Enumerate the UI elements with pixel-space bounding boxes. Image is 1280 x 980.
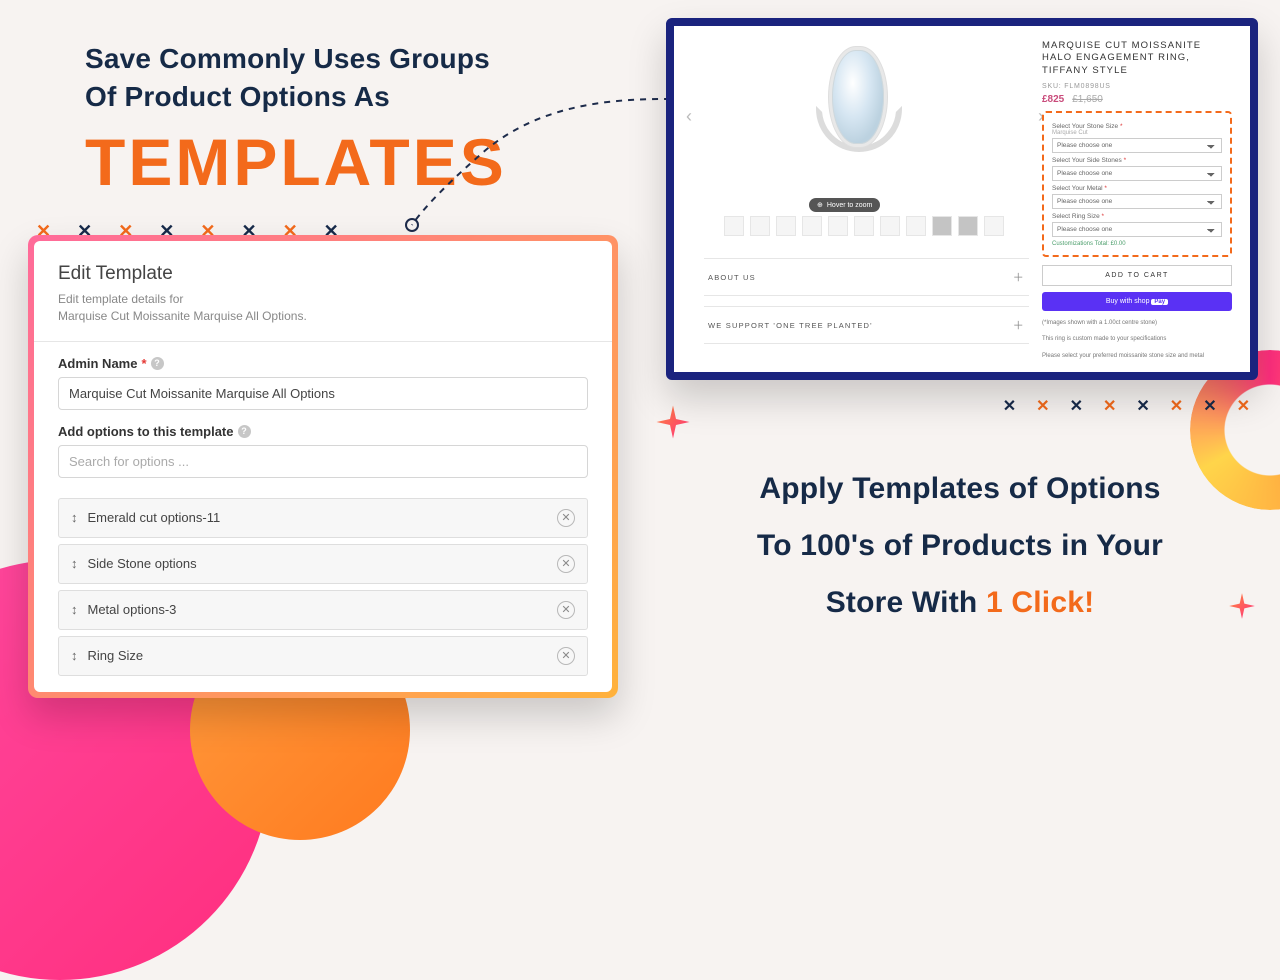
option-row[interactable]: ↕ Emerald cut options-11 ✕ (58, 498, 588, 538)
admin-name-label: Admin Name*? (58, 356, 588, 371)
remove-option-button[interactable]: ✕ (557, 509, 575, 527)
product-note: Please select your preferred moissanite … (1042, 352, 1232, 360)
help-icon[interactable]: ? (151, 357, 164, 370)
plus-icon: ＋ (1013, 317, 1025, 333)
drag-handle-icon[interactable]: ↕ (71, 510, 78, 525)
product-sku: SKU: FLM0898US (1042, 83, 1232, 90)
option-sublabel: Marquise Cut (1052, 130, 1222, 136)
add-options-label: Add options to this template? (58, 424, 588, 439)
option-row[interactable]: ↕ Side Stone options ✕ (58, 544, 588, 584)
ring-size-select[interactable]: Please choose one (1052, 222, 1222, 237)
option-label: Select Your Stone Size * (1052, 123, 1222, 130)
metal-select[interactable]: Please choose one (1052, 194, 1222, 209)
hover-zoom-badge: ⊕ Hover to zoom (809, 198, 880, 212)
bottom-line3: Store With 1 Click! (680, 574, 1240, 631)
accordion-one-tree[interactable]: WE SUPPORT 'ONE TREE PLANTED'＋ (704, 306, 1029, 344)
remove-option-button[interactable]: ✕ (557, 555, 575, 573)
option-label: Metal options-3 (88, 602, 177, 617)
thumbnail[interactable] (828, 216, 848, 236)
divider (34, 341, 612, 342)
thumbnail[interactable] (958, 216, 978, 236)
dashed-arrow-decor (400, 95, 680, 235)
drag-handle-icon[interactable]: ↕ (71, 556, 78, 571)
side-stones-select[interactable]: Please choose one (1052, 166, 1222, 181)
thumbnail[interactable] (932, 216, 952, 236)
option-label: Emerald cut options-11 (88, 510, 221, 525)
remove-option-button[interactable]: ✕ (557, 601, 575, 619)
drag-handle-icon[interactable]: ↕ (71, 602, 78, 617)
prev-image-button[interactable]: ‹ (686, 106, 692, 127)
customizations-total: Customizations Total: £0.00 (1052, 241, 1222, 247)
option-label: Select Your Metal * (1052, 185, 1222, 192)
thumbnail[interactable] (906, 216, 926, 236)
bottom-copy: Apply Templates of Options To 100's of P… (680, 460, 1240, 631)
plus-icon: ＋ (1013, 269, 1025, 285)
option-row[interactable]: ↕ Ring Size ✕ (58, 636, 588, 676)
options-highlight-box: Select Your Stone Size * Marquise Cut Pl… (1042, 111, 1232, 257)
storefront-preview: ‹ › ⊕ Hover to zoom ABOUT US＋ WE SUPPORT… (666, 18, 1258, 380)
thumbnail[interactable] (776, 216, 796, 236)
option-label: Side Stone options (88, 556, 197, 571)
x-pattern-mid: ✕✕✕✕✕✕✕✕ (1003, 396, 1270, 416)
thumbnail[interactable] (802, 216, 822, 236)
thumbnail[interactable] (854, 216, 874, 236)
product-title: MARQUISE CUT MOISSANITE HALO ENGAGEMENT … (1042, 40, 1232, 77)
bottom-line2: To 100's of Products in Your (680, 517, 1240, 574)
thumbnail[interactable] (880, 216, 900, 236)
headline-line1: Save Commonly Uses Groups (85, 40, 507, 78)
thumbnail[interactable] (724, 216, 744, 236)
remove-option-button[interactable]: ✕ (557, 647, 575, 665)
shop-pay-button[interactable]: Buy with shop Pay (1042, 292, 1232, 311)
admin-title: Edit Template (58, 263, 588, 285)
accordion-about-us[interactable]: ABOUT US＋ (704, 258, 1029, 296)
bottom-line1: Apply Templates of Options (680, 460, 1240, 517)
stone-size-select[interactable]: Please choose one (1052, 138, 1222, 153)
sparkle-icon (655, 404, 691, 440)
ring-illustration (794, 46, 924, 196)
help-icon[interactable]: ? (238, 425, 251, 438)
product-note: (*Images shown with a 1.00ct centre ston… (1042, 319, 1232, 327)
product-note: This ring is custom made to your specifi… (1042, 335, 1232, 343)
product-image (714, 36, 1004, 206)
option-label: Select Your Side Stones * (1052, 157, 1222, 164)
thumbnail[interactable] (984, 216, 1004, 236)
option-row[interactable]: ↕ Metal options-3 ✕ (58, 590, 588, 630)
option-label: Ring Size (88, 648, 144, 663)
search-options-input[interactable] (58, 445, 588, 478)
product-price: £825£1,650 (1042, 94, 1232, 105)
option-label: Select Ring Size * (1052, 213, 1222, 220)
drag-handle-icon[interactable]: ↕ (71, 648, 78, 663)
thumbnail[interactable] (750, 216, 770, 236)
add-to-cart-button[interactable]: ADD TO CART (1042, 265, 1232, 286)
admin-subtitle: Edit template details for Marquise Cut M… (58, 291, 588, 325)
admin-name-input[interactable] (58, 377, 588, 410)
thumbnail-row (724, 216, 1004, 236)
admin-panel: Edit Template Edit template details for … (28, 235, 618, 698)
